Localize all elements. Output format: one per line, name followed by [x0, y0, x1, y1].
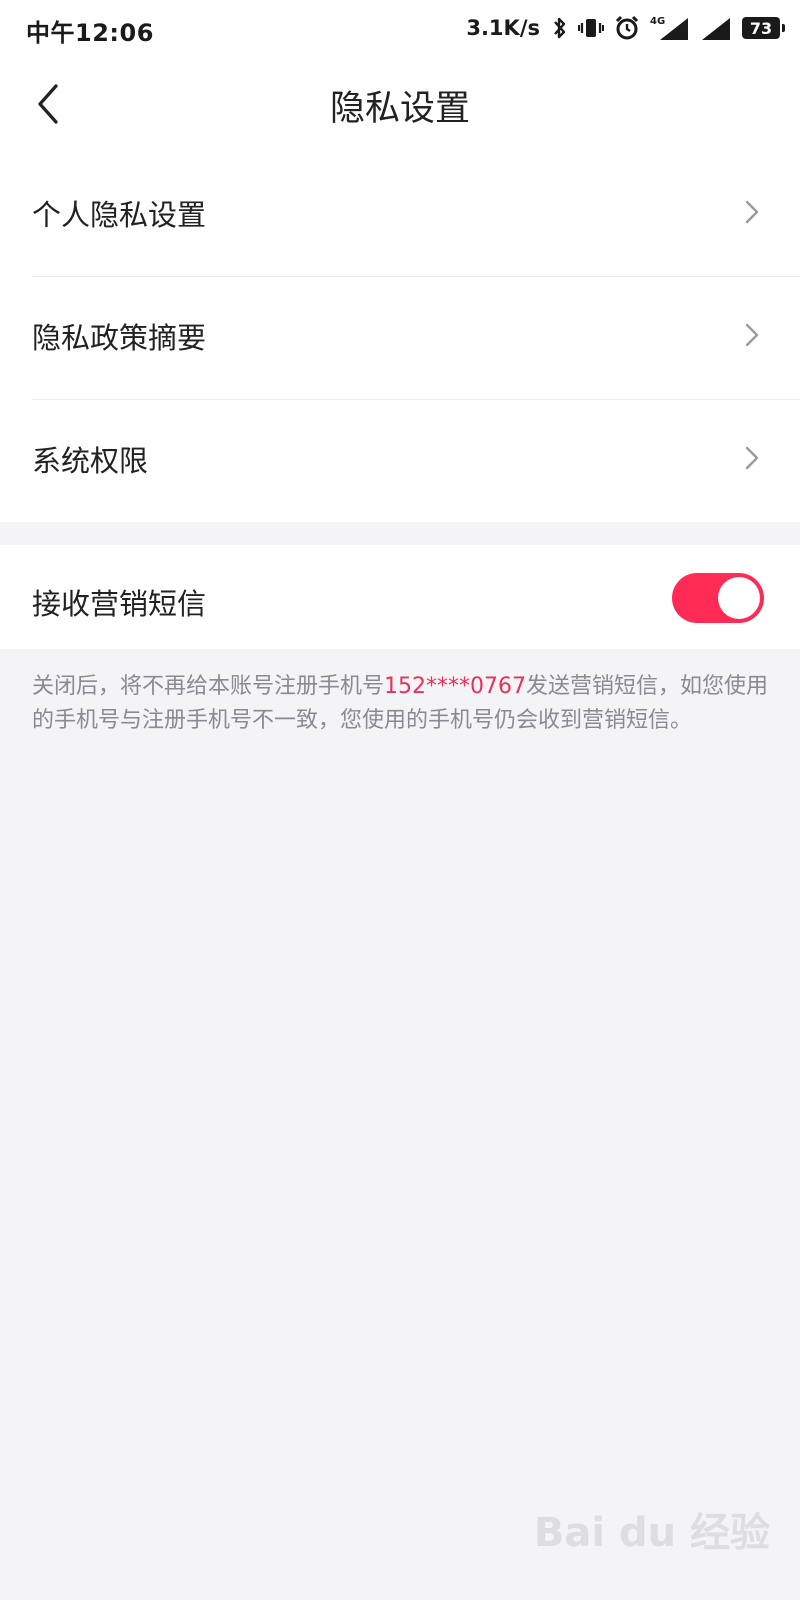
nav-bar: 隐私设置 — [0, 56, 800, 154]
menu-item-label: 系统权限 — [32, 444, 149, 478]
status-icons: 3.1K/s 4G 73 — [466, 12, 786, 44]
status-bar: 中午12:06 3.1K/s 4G 73 — [0, 0, 800, 56]
battery-level: 73 — [749, 18, 773, 38]
note-prefix: 关闭后，将不再给本账号注册手机号 — [32, 674, 385, 699]
marketing-sms-note: 关闭后，将不再给本账号注册手机号152****0767发送营销短信，如您使用的手… — [32, 670, 772, 738]
marketing-sms-toggle[interactable] — [672, 573, 764, 623]
page-title: 隐私设置 — [329, 89, 470, 129]
chevron-right-icon — [744, 199, 760, 229]
toggle-knob — [718, 577, 760, 619]
alarm-icon — [614, 15, 640, 41]
marketing-sms-label: 接收营销短信 — [32, 587, 207, 621]
status-time: 中午12:06 — [26, 19, 154, 47]
settings-menu: 个人隐私设置 隐私政策摘要 系统权限 — [0, 154, 800, 522]
bluetooth-icon — [552, 16, 568, 40]
vibrate-icon — [578, 16, 604, 40]
menu-item-label: 个人隐私设置 — [32, 198, 207, 232]
watermark-logo: Bai du 经验 — [533, 1510, 770, 1556]
network-speed: 3.1K/s — [466, 16, 540, 40]
registered-phone-number: 152****0767 — [384, 674, 526, 699]
chevron-right-icon — [744, 445, 760, 475]
menu-item-personal-privacy[interactable]: 个人隐私设置 — [0, 154, 800, 276]
menu-item-system-permissions[interactable]: 系统权限 — [0, 400, 800, 522]
chevron-right-icon — [744, 322, 760, 352]
menu-item-label: 隐私政策摘要 — [32, 321, 207, 355]
menu-item-privacy-policy-summary[interactable]: 隐私政策摘要 — [0, 277, 800, 399]
network-type-label: 4G — [650, 16, 665, 27]
signal-icon — [700, 14, 732, 42]
battery-icon: 73 — [742, 17, 785, 39]
marketing-sms-row: 接收营销短信 — [0, 545, 800, 649]
signal-4g-icon: 4G — [650, 14, 690, 42]
